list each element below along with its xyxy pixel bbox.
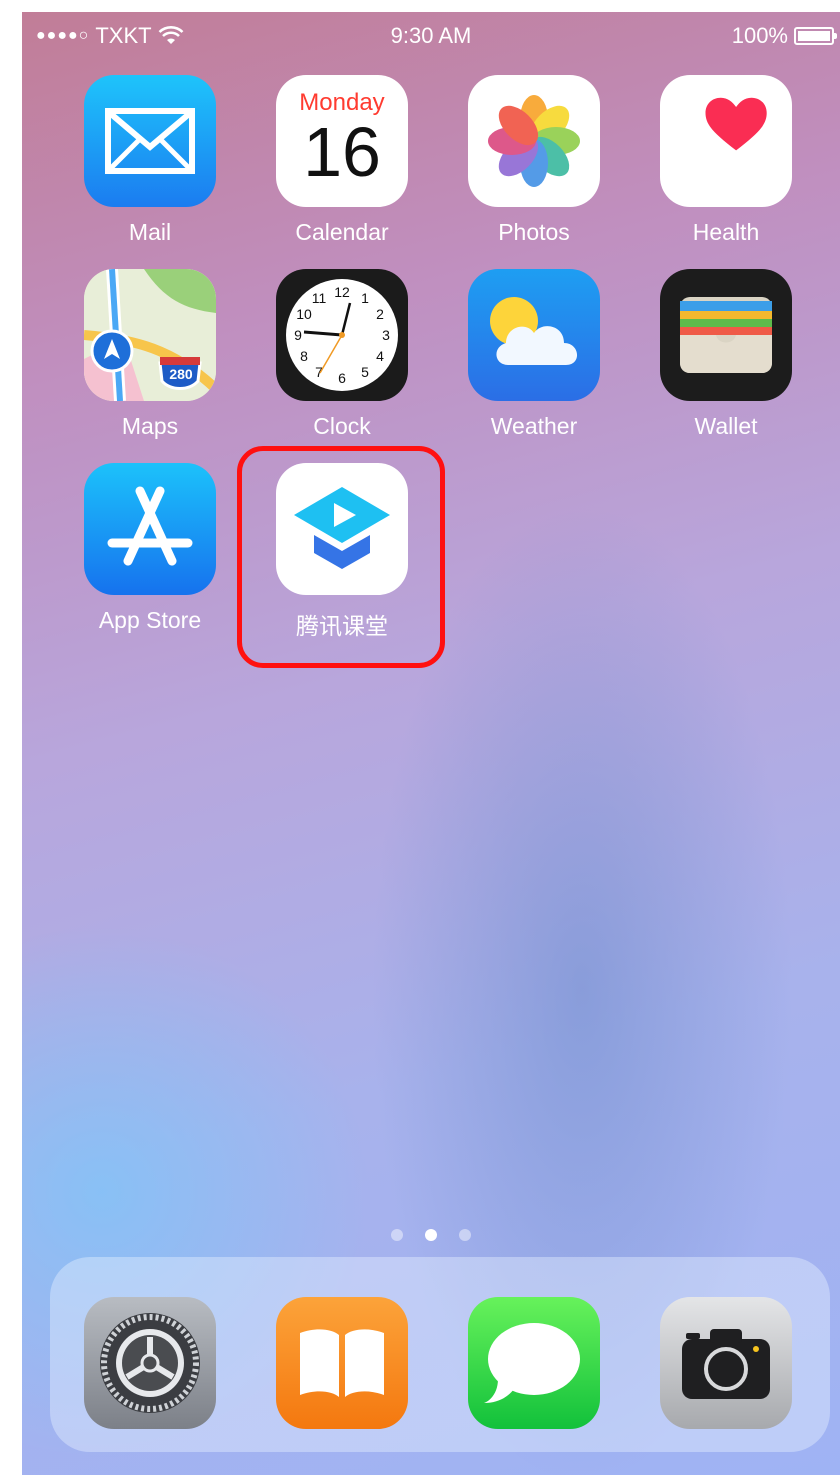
weather-icon: [468, 269, 600, 401]
home-screen: ●●●●○ TXKT 9:30 AM 100% Mail Monday 16 C…: [22, 12, 840, 1475]
app-label: Mail: [128, 219, 172, 245]
clock-number: 6: [338, 370, 346, 386]
app-label: Maps: [121, 413, 179, 439]
clock-number: 4: [376, 348, 384, 364]
app-photos[interactable]: Photos: [449, 75, 619, 246]
clock-number: 5: [361, 364, 369, 380]
calendar-icon: Monday 16: [276, 75, 408, 207]
highway-shield-number: 280: [169, 366, 193, 382]
app-maps[interactable]: 280 Maps: [65, 269, 235, 440]
dock-app-camera[interactable]: [660, 1297, 792, 1429]
wallet-icon: [660, 269, 792, 401]
battery-indicator: 100%: [731, 23, 837, 49]
clock-number: 2: [376, 306, 384, 322]
app-label: Wallet: [694, 413, 758, 439]
page-dot: [391, 1229, 403, 1241]
app-calendar[interactable]: Monday 16 Calendar: [257, 75, 427, 246]
health-icon: [660, 75, 792, 207]
page-dot: [459, 1229, 471, 1241]
app-wallet[interactable]: Wallet: [641, 269, 811, 440]
clock-number: 12: [334, 284, 350, 300]
app-label: Photos: [498, 219, 570, 245]
clock-number: 11: [312, 290, 327, 306]
photos-icon: [468, 75, 600, 207]
clock-number: 3: [382, 327, 390, 343]
app-label: App Store: [98, 607, 202, 633]
clock-number: 7: [315, 364, 323, 380]
mail-icon: [84, 75, 216, 207]
clock-number: 8: [300, 348, 308, 364]
settings-icon: [100, 1313, 200, 1413]
app-weather[interactable]: Weather: [449, 269, 619, 440]
app-app-store[interactable]: App Store: [65, 463, 235, 634]
clock-number: 1: [361, 290, 369, 306]
camera-icon: [682, 1329, 770, 1399]
calendar-day-number: 16: [303, 113, 381, 191]
dock-app-books[interactable]: [276, 1297, 408, 1429]
app-label: Health: [692, 219, 760, 245]
battery-percent: 100%: [731, 23, 788, 48]
page-indicator[interactable]: [22, 1229, 840, 1241]
dock-app-messages[interactable]: [468, 1297, 600, 1429]
books-icon: [300, 1329, 384, 1397]
page-dot-active: [425, 1229, 437, 1241]
clock-number: 9: [294, 327, 302, 343]
clock-number: 10: [296, 306, 312, 322]
status-time: 9:30 AM: [390, 23, 472, 48]
dock-app-settings[interactable]: [84, 1297, 216, 1429]
app-clock[interactable]: 12 1 2 3 4 5 6 7 8 9 10 11 Clock: [257, 269, 427, 440]
app-label: Weather: [490, 413, 578, 439]
status-bar: ●●●●○ TXKT 9:30 AM 100%: [22, 12, 840, 62]
messages-icon: [484, 1323, 580, 1403]
app-label: Clock: [313, 413, 371, 439]
maps-icon: 280: [84, 269, 216, 401]
app-store-icon: [84, 463, 216, 595]
app-label: Calendar: [295, 219, 389, 245]
highlight-box: [237, 446, 445, 668]
app-mail[interactable]: Mail: [65, 75, 235, 246]
battery-icon: [794, 27, 837, 45]
dock: [50, 1257, 830, 1452]
app-health[interactable]: Health: [641, 75, 811, 246]
clock-icon: 12 1 2 3 4 5 6 7 8 9 10 11: [276, 269, 408, 401]
